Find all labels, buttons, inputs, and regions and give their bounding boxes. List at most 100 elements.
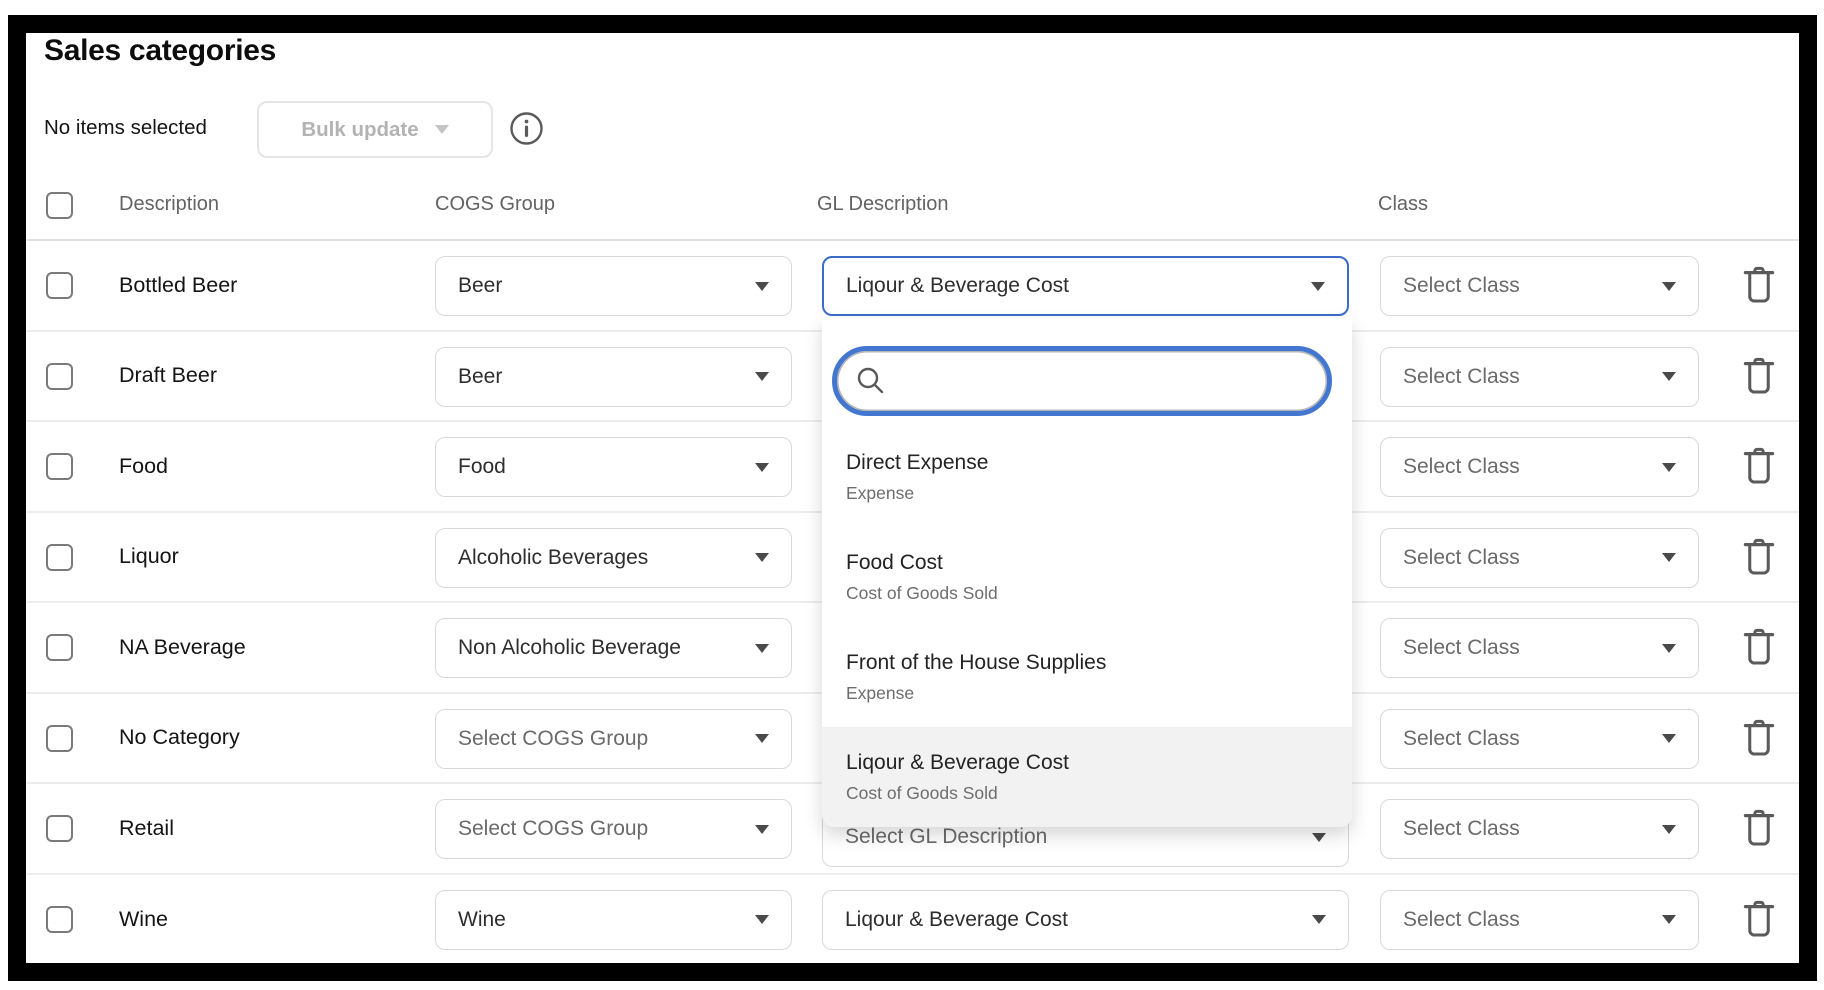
chevron-down-icon: [1312, 915, 1326, 924]
gl-option[interactable]: Direct Expense Expense: [822, 427, 1352, 527]
chevron-down-icon: [1662, 282, 1676, 291]
gl-options-list: Direct Expense Expense Food Cost Cost of…: [822, 427, 1352, 827]
gl-description-select[interactable]: Liqour & Beverage Cost: [822, 256, 1349, 316]
cogs-group-value: Beer: [458, 365, 502, 389]
info-icon[interactable]: [509, 111, 544, 146]
class-value: Select Class: [1403, 908, 1520, 932]
gl-description-value: Select GL Description: [845, 825, 1047, 849]
gl-option-title: Food Cost: [846, 551, 1328, 575]
class-value: Select Class: [1403, 636, 1520, 660]
gl-description-dropdown-panel: Direct Expense Expense Food Cost Cost of…: [822, 318, 1352, 827]
class-select[interactable]: Select Class: [1380, 709, 1699, 769]
gl-description-value: Liqour & Beverage Cost: [845, 908, 1068, 932]
trash-icon: [1741, 357, 1779, 397]
row-checkbox[interactable]: [46, 363, 73, 390]
class-select[interactable]: Select Class: [1380, 618, 1699, 678]
gl-option-subtitle: Expense: [846, 483, 1328, 504]
cogs-group-value: Alcoholic Beverages: [458, 546, 648, 570]
gl-option[interactable]: Food Cost Cost of Goods Sold: [822, 527, 1352, 627]
class-value: Select Class: [1403, 817, 1520, 841]
class-value: Select Class: [1403, 274, 1520, 298]
class-select[interactable]: Select Class: [1380, 890, 1699, 950]
class-select[interactable]: Select Class: [1380, 799, 1699, 859]
cogs-group-select[interactable]: Wine: [435, 890, 792, 950]
row-checkbox[interactable]: [46, 453, 73, 480]
row-checkbox[interactable]: [46, 725, 73, 752]
chevron-down-icon: [755, 644, 769, 653]
delete-row-button[interactable]: [1741, 899, 1779, 941]
column-header-description: Description: [119, 193, 219, 216]
cogs-group-select[interactable]: Beer: [435, 256, 792, 316]
cogs-group-select[interactable]: Select COGS Group: [435, 709, 792, 769]
select-all-checkbox[interactable]: [46, 192, 73, 219]
chevron-down-icon: [1311, 282, 1325, 291]
row-checkbox[interactable]: [46, 906, 73, 933]
gl-search-input[interactable]: [901, 357, 1309, 405]
gl-option-subtitle: Expense: [846, 683, 1328, 704]
delete-row-button[interactable]: [1741, 537, 1779, 579]
chevron-down-icon: [755, 282, 769, 291]
chevron-down-icon: [1662, 734, 1676, 743]
trash-icon: [1741, 900, 1779, 940]
row-description: Bottled Beer: [119, 241, 237, 330]
delete-row-button[interactable]: [1741, 446, 1779, 488]
cogs-group-select[interactable]: Alcoholic Beverages: [435, 528, 792, 588]
trash-icon: [1741, 719, 1779, 759]
chevron-down-icon: [755, 372, 769, 381]
chevron-down-icon: [1312, 833, 1326, 842]
class-select[interactable]: Select Class: [1380, 256, 1699, 316]
delete-row-button[interactable]: [1741, 627, 1779, 669]
chevron-down-icon: [755, 734, 769, 743]
chevron-down-icon: [1662, 825, 1676, 834]
row-checkbox[interactable]: [46, 634, 73, 661]
column-header-gl-description: GL Description: [817, 193, 949, 216]
delete-row-button[interactable]: [1741, 808, 1779, 850]
search-icon: [855, 365, 887, 397]
chevron-down-icon: [435, 125, 449, 134]
row-checkbox[interactable]: [46, 815, 73, 842]
delete-row-button[interactable]: [1741, 265, 1779, 307]
gl-option-title: Direct Expense: [846, 451, 1328, 475]
cogs-group-select[interactable]: Beer: [435, 347, 792, 407]
class-select[interactable]: Select Class: [1380, 347, 1699, 407]
cogs-group-value: Food: [458, 455, 506, 479]
row-description: Food: [119, 422, 168, 511]
cogs-group-value: Beer: [458, 274, 502, 298]
row-description: Draft Beer: [119, 332, 217, 421]
cogs-group-value: Wine: [458, 908, 506, 932]
trash-icon: [1741, 538, 1779, 578]
row-description: Wine: [119, 875, 168, 964]
gl-option-subtitle: Cost of Goods Sold: [846, 583, 1328, 604]
cogs-group-value: Non Alcoholic Beverage: [458, 636, 681, 660]
cogs-group-value: Select COGS Group: [458, 727, 648, 751]
gl-option-subtitle: Cost of Goods Sold: [846, 783, 1328, 804]
row-description: Retail: [119, 784, 174, 873]
row-description: No Category: [119, 694, 240, 783]
chevron-down-icon: [1662, 463, 1676, 472]
selection-status: No items selected: [44, 116, 207, 140]
chevron-down-icon: [755, 463, 769, 472]
delete-row-button[interactable]: [1741, 718, 1779, 760]
chevron-down-icon: [755, 825, 769, 834]
bulk-update-button[interactable]: Bulk update: [257, 101, 493, 158]
row-checkbox[interactable]: [46, 272, 73, 299]
gl-search-box[interactable]: [832, 346, 1332, 416]
cogs-group-select[interactable]: Non Alcoholic Beverage: [435, 618, 792, 678]
chevron-down-icon: [755, 915, 769, 924]
row-checkbox[interactable]: [46, 544, 73, 571]
class-value: Select Class: [1403, 455, 1520, 479]
gl-option[interactable]: Front of the House Supplies Expense: [822, 627, 1352, 727]
bulk-update-label: Bulk update: [301, 118, 418, 142]
gl-description-select[interactable]: Liqour & Beverage Cost: [822, 890, 1349, 950]
cogs-group-select[interactable]: Select COGS Group: [435, 799, 792, 859]
delete-row-button[interactable]: [1741, 356, 1779, 398]
trash-icon: [1741, 266, 1779, 306]
trash-icon: [1741, 809, 1779, 849]
row-description: NA Beverage: [119, 603, 246, 692]
class-select[interactable]: Select Class: [1380, 437, 1699, 497]
gl-option[interactable]: Liqour & Beverage Cost Cost of Goods Sol…: [822, 727, 1352, 827]
cogs-group-value: Select COGS Group: [458, 817, 648, 841]
trash-icon: [1741, 447, 1779, 487]
class-select[interactable]: Select Class: [1380, 528, 1699, 588]
cogs-group-select[interactable]: Food: [435, 437, 792, 497]
